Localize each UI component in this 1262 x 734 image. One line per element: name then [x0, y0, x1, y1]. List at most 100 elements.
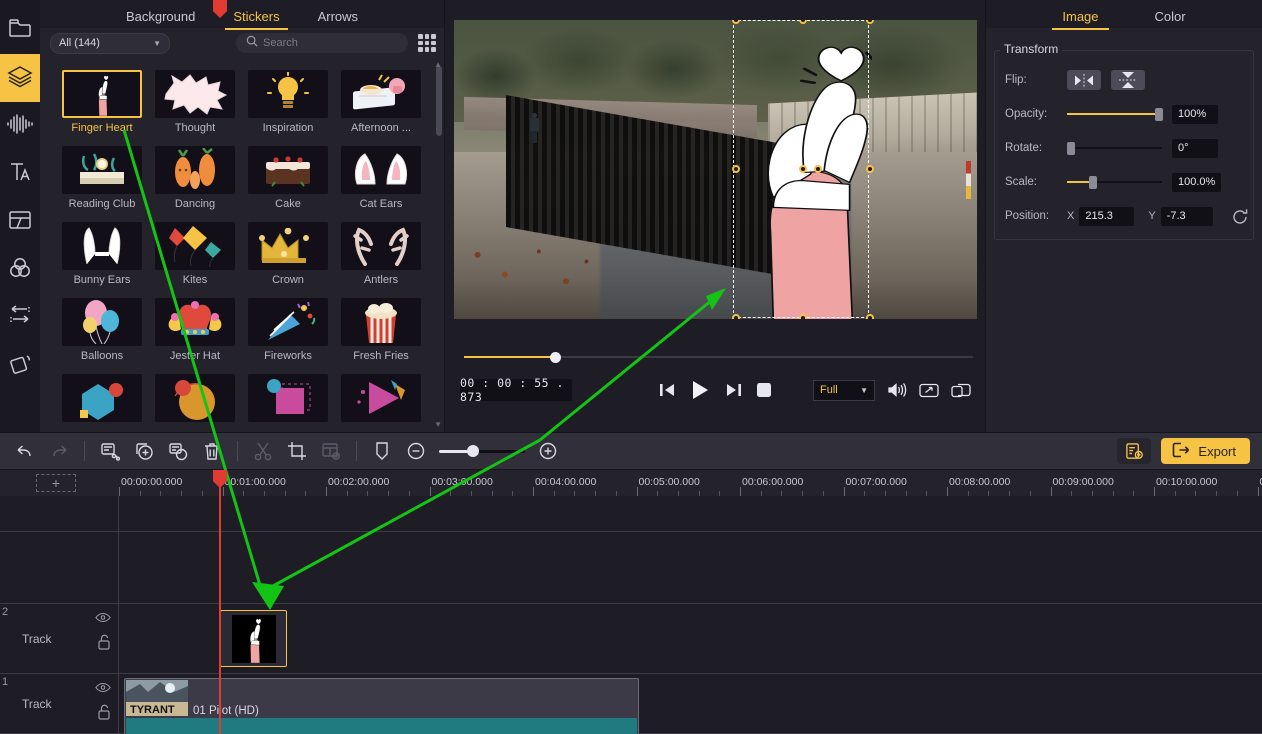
scissors-icon[interactable] [246, 432, 280, 470]
sticker-item-jester-hat[interactable]: Jester Hat [155, 298, 248, 362]
flip-horizontal-icon[interactable] [1067, 70, 1101, 90]
timeline-ruler[interactable]: + 00:00:00.00000:01:00.00000:02:00.00000… [0, 470, 1262, 496]
detach-window-icon[interactable] [951, 383, 971, 398]
sticker-item-balloons[interactable]: Balloons [62, 298, 155, 362]
tab-color[interactable]: Color [1145, 10, 1196, 28]
quality-dropdown[interactable]: Full ▼ [813, 380, 875, 401]
resize-handle-bottom-right[interactable] [866, 314, 874, 319]
undo-button[interactable] [8, 432, 42, 470]
timeline-clip-sticker[interactable] [220, 610, 287, 667]
next-frame-button[interactable] [726, 383, 741, 397]
sidebar-item-audio[interactable] [0, 102, 40, 150]
video-preview[interactable] [454, 20, 977, 319]
fullscreen-icon[interactable] [919, 383, 939, 398]
timecode-display[interactable]: 00 : 00 : 55 . 873 [460, 379, 572, 401]
rotate-handle[interactable] [799, 165, 807, 173]
marker-icon[interactable] [365, 432, 399, 470]
redo-button[interactable] [42, 432, 76, 470]
resize-handle-right[interactable] [866, 165, 874, 173]
sticker-item-fireworks[interactable]: Fireworks [248, 298, 341, 362]
position-y-field[interactable]: -7.3 [1161, 207, 1213, 226]
scroll-down-icon[interactable]: ▼ [434, 420, 442, 429]
add-track-button[interactable]: + [36, 474, 76, 492]
track-lane-2[interactable] [119, 604, 1262, 674]
sidebar-item-filters[interactable] [0, 246, 40, 294]
sticker-item-crown[interactable]: Crown [248, 222, 341, 286]
rotate-slider[interactable] [1067, 141, 1162, 155]
unlock-icon-track-1[interactable] [97, 704, 111, 725]
sticker-item-item-20[interactable] [341, 374, 434, 426]
grid-view-icon[interactable] [418, 34, 436, 52]
timeline-empty-lane[interactable] [119, 496, 1262, 532]
export-button[interactable]: Export [1161, 438, 1250, 464]
seek-bar[interactable] [454, 348, 977, 366]
sticker-item-dancing[interactable]: Dancing [155, 146, 248, 210]
reset-icon[interactable] [1231, 208, 1260, 231]
eye-icon-track-2[interactable] [95, 610, 111, 628]
sticker-item-cat-ears[interactable]: Cat Ears [341, 146, 434, 210]
seek-handle[interactable] [550, 352, 561, 363]
sidebar-item-titles[interactable] [0, 150, 40, 198]
sticker-item-cake[interactable]: Cake [248, 146, 341, 210]
sticker-item-finger-heart[interactable]: Finger Heart [62, 70, 155, 134]
playhead[interactable] [219, 470, 221, 734]
scroll-up-icon[interactable]: ▲ [434, 60, 442, 69]
sticker-item-fresh-fries[interactable]: Fresh Fries [341, 298, 434, 362]
sidebar-item-transitions[interactable] [0, 294, 40, 342]
sticker-item-bunny-ears[interactable]: Bunny Ears [62, 222, 155, 286]
add-clip-icon[interactable] [127, 432, 161, 470]
sticker-item-inspiration[interactable]: Inspiration [248, 70, 341, 134]
sidebar-item-split-screen[interactable] [0, 198, 40, 246]
stop-button[interactable] [757, 383, 771, 397]
search-input[interactable] [263, 37, 398, 49]
sticker-item-item-18[interactable] [155, 374, 248, 426]
timeline-clip-video[interactable]: TYRANT 01 Pilot (HD) [124, 678, 639, 734]
resize-handle-middle-left[interactable] [732, 165, 740, 173]
sticker-item-reading-club[interactable]: Reading Club [62, 146, 155, 210]
position-x-field[interactable]: 215.3 [1079, 207, 1134, 226]
eye-icon-track-1[interactable] [95, 680, 111, 698]
sidebar-item-effects[interactable] [0, 342, 40, 390]
trash-icon[interactable] [195, 432, 229, 470]
pan-zoom-icon[interactable] [314, 432, 348, 470]
timeline-empty-lane[interactable] [119, 532, 1262, 604]
project-settings-icon[interactable] [1117, 438, 1151, 464]
resize-handle-bottom-left[interactable] [732, 314, 740, 319]
track-header-1[interactable]: 1 Track [0, 674, 119, 734]
tab-background[interactable]: Background [118, 10, 203, 28]
volume-icon[interactable] [887, 382, 907, 398]
sidebar-item-stickers[interactable] [0, 54, 40, 102]
library-scrollbar[interactable] [436, 62, 442, 424]
sticker-item-item-17[interactable] [62, 374, 155, 426]
crop-icon[interactable] [280, 432, 314, 470]
tab-arrows[interactable]: Arrows [310, 10, 366, 28]
scale-value[interactable]: 100.0% [1172, 173, 1221, 192]
sidebar-item-media-library[interactable] [0, 6, 40, 54]
opacity-slider[interactable] [1067, 107, 1162, 121]
category-dropdown[interactable]: All (144) ▼ [50, 33, 170, 54]
ripple-delete-icon[interactable] [93, 432, 127, 470]
track-lane-1[interactable]: TYRANT 01 Pilot (HD) [119, 674, 1262, 734]
zoom-out-icon[interactable] [399, 432, 433, 470]
sticker-item-afternoon[interactable]: Afternoon ... [341, 70, 434, 134]
resize-handle-middle-right[interactable] [814, 165, 822, 173]
timeline-zoom-slider[interactable] [439, 444, 525, 458]
rotate-value[interactable]: 0° [1172, 139, 1218, 158]
tab-image[interactable]: Image [1052, 10, 1108, 28]
tab-stickers[interactable]: Stickers [225, 10, 287, 28]
unlock-icon-track-2[interactable] [97, 634, 111, 655]
search-box[interactable] [236, 33, 408, 53]
sticker-item-thought[interactable]: Thought [155, 70, 248, 134]
resize-handle-bottom-center[interactable] [799, 314, 807, 319]
opacity-value[interactable]: 100% [1172, 105, 1218, 124]
play-button[interactable] [691, 380, 710, 400]
sticker-item-item-19[interactable] [248, 374, 341, 426]
sticker-item-kites[interactable]: Kites [155, 222, 248, 286]
sticker-item-antlers[interactable]: Antlers [341, 222, 434, 286]
previous-frame-button[interactable] [660, 383, 675, 397]
flip-vertical-icon[interactable] [1111, 70, 1145, 90]
sticker-grid-scroll[interactable]: Finger HeartThoughtInspirationAfternoon … [40, 58, 444, 432]
duplicate-clip-icon[interactable] [161, 432, 195, 470]
track-header-2[interactable]: 2 Track [0, 604, 119, 674]
zoom-in-icon[interactable] [531, 432, 565, 470]
